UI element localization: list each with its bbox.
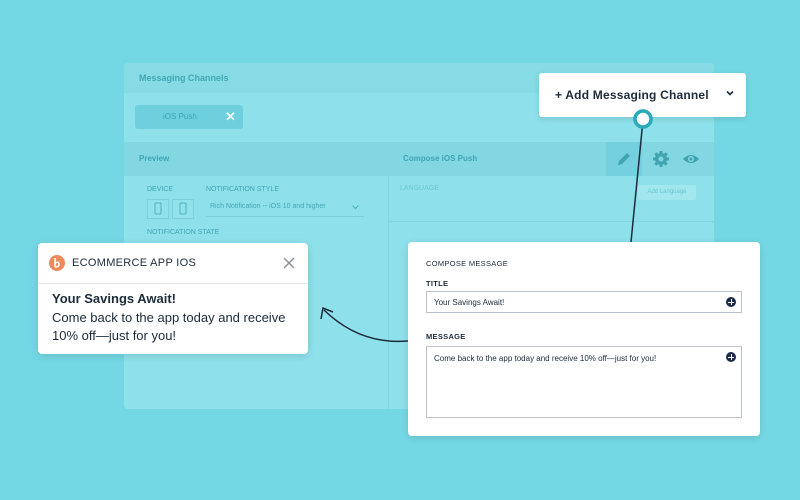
add-personalization-icon[interactable]	[726, 352, 736, 362]
compose-message-heading: COMPOSE MESSAGE	[426, 259, 509, 268]
app-logo-icon	[49, 255, 65, 271]
add-personalization-icon[interactable]	[726, 297, 736, 307]
title-label: TITLE	[426, 279, 449, 288]
title-input[interactable]: Your Savings Await!	[426, 291, 742, 313]
connector-node-icon	[633, 109, 653, 129]
title-input-value: Your Savings Await!	[434, 298, 505, 307]
preview-connector-arrow	[323, 309, 409, 343]
close-icon[interactable]	[283, 257, 295, 269]
app-name: ECOMMERCE APP IOS	[72, 257, 197, 269]
push-notification-preview: ECOMMERCE APP IOS Your Savings Await! Co…	[38, 243, 308, 354]
message-label: MESSAGE	[426, 332, 466, 341]
message-textarea[interactable]: Come back to the app today and receive 1…	[426, 346, 742, 418]
channel-connector-line	[630, 119, 644, 243]
notification-body: Come back to the app today and receive 1…	[52, 310, 286, 343]
compose-message-card: COMPOSE MESSAGE TITLE Your Savings Await…	[408, 242, 760, 436]
notification-title: Your Savings Await!	[52, 291, 177, 306]
add-messaging-channel-label: + Add Messaging Channel	[555, 88, 709, 102]
message-textarea-value: Come back to the app today and receive 1…	[434, 354, 657, 363]
notification-header: ECOMMERCE APP IOS	[38, 243, 308, 284]
chevron-down-icon[interactable]	[725, 88, 735, 98]
